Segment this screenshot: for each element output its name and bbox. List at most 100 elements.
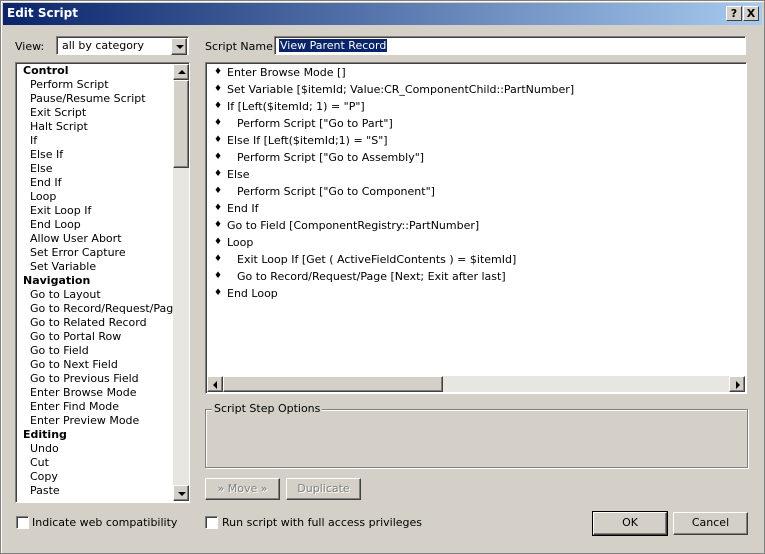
step-list-item[interactable]: End Loop xyxy=(18,218,172,232)
move-button[interactable]: » Move » xyxy=(205,478,280,500)
script-step-row[interactable]: ♦ End Loop xyxy=(208,285,738,302)
script-step-row[interactable]: ♦ Loop xyxy=(208,234,738,251)
script-step-text: End If xyxy=(227,202,259,215)
script-step-text: Perform Script ["Go to Component"] xyxy=(237,185,435,198)
drag-handle-icon[interactable]: ♦ xyxy=(214,217,222,234)
step-list-item[interactable]: Undo xyxy=(18,442,172,456)
close-button[interactable]: X xyxy=(743,6,759,21)
drag-handle-icon[interactable]: ♦ xyxy=(214,132,222,149)
step-category[interactable]: Control xyxy=(18,64,172,78)
script-step-row[interactable]: ♦ Set Variable [$itemId; Value:CR_Compone… xyxy=(208,81,738,98)
drag-handle-icon[interactable]: ♦ xyxy=(214,166,222,183)
step-category[interactable]: Navigation xyxy=(18,274,172,288)
drag-handle-icon[interactable]: ♦ xyxy=(214,98,222,115)
script-step-text: End Loop xyxy=(227,287,278,300)
script-step-row[interactable]: ♦ Go to Record/Request/Page [Next; Exit a… xyxy=(208,268,738,285)
step-list-item[interactable]: Exit Script xyxy=(18,106,172,120)
script-step-options-label: Script Step Options xyxy=(212,402,323,415)
web-compat-label[interactable]: Indicate web compatibility xyxy=(32,516,177,529)
edit-script-dialog: Edit Script ? X View: all by category Co… xyxy=(0,0,765,554)
script-step-row[interactable]: ♦ Go to Field [ComponentRegistry::PartNum… xyxy=(208,217,738,234)
step-list-item[interactable]: Go to Related Record xyxy=(18,316,172,330)
script-name-label: Script Name: xyxy=(205,40,277,53)
duplicate-button[interactable]: Duplicate xyxy=(286,478,361,500)
drag-handle-icon[interactable]: ♦ xyxy=(214,234,222,251)
step-list-item[interactable]: Set Variable xyxy=(18,260,172,274)
title-bar[interactable]: Edit Script ? X xyxy=(3,3,762,25)
view-combo-value: all by category xyxy=(62,39,144,52)
steps-list-items: Control Perform Script Pause/Resume Script… xyxy=(18,64,180,498)
help-button[interactable]: ? xyxy=(726,6,742,21)
ok-button[interactable]: OK xyxy=(592,511,668,536)
script-step-text: Exit Loop If [Get ( ActiveFieldContents … xyxy=(237,253,517,266)
script-name-input[interactable]: View Parent Record xyxy=(274,36,746,55)
step-list-item[interactable]: Enter Browse Mode xyxy=(18,386,172,400)
step-list-item[interactable]: Exit Loop If xyxy=(18,204,172,218)
drag-handle-icon[interactable]: ♦ xyxy=(214,251,222,268)
drag-handle-icon[interactable]: ♦ xyxy=(214,115,222,132)
script-step-text: Perform Script ["Go to Assembly"] xyxy=(237,151,425,164)
step-list-item[interactable]: Perform Script xyxy=(18,78,172,92)
script-step-row[interactable]: ♦ Perform Script ["Go to Component"] xyxy=(208,183,738,200)
step-list-item[interactable]: Halt Script xyxy=(18,120,172,134)
combo-dropdown-icon[interactable] xyxy=(171,38,187,55)
view-combo[interactable]: all by category xyxy=(56,36,189,55)
step-list-item[interactable]: Go to Portal Row xyxy=(18,330,172,344)
step-list-item[interactable]: Go to Next Field xyxy=(18,358,172,372)
full-access-checkbox[interactable] xyxy=(205,516,218,529)
script-step-text: Go to Field [ComponentRegistry::PartNumb… xyxy=(227,219,480,232)
step-list-item[interactable]: Else xyxy=(18,162,172,176)
step-list-item[interactable]: Copy xyxy=(18,470,172,484)
step-list-item[interactable]: Allow User Abort xyxy=(18,232,172,246)
script-step-row[interactable]: ♦ Enter Browse Mode [] xyxy=(208,64,738,81)
drag-handle-icon[interactable]: ♦ xyxy=(214,268,222,285)
scroll-up-icon[interactable] xyxy=(173,64,189,80)
step-list-item[interactable]: Pause/Resume Script xyxy=(18,92,172,106)
step-list-item[interactable]: Go to Previous Field xyxy=(18,372,172,386)
steps-list[interactable]: Control Perform Script Pause/Resume Script… xyxy=(15,62,190,503)
script-hscrollbar[interactable] xyxy=(207,376,745,392)
drag-handle-icon[interactable]: ♦ xyxy=(214,149,222,166)
script-step-row[interactable]: ♦ Else xyxy=(208,166,738,183)
drag-handle-icon[interactable]: ♦ xyxy=(214,200,222,217)
drag-handle-icon[interactable]: ♦ xyxy=(214,64,222,81)
script-lines: ♦ Enter Browse Mode [] ♦ Set Variable [$ite… xyxy=(208,64,738,302)
scroll-left-icon[interactable] xyxy=(207,376,223,392)
step-list-item[interactable]: Go to Record/Request/Page xyxy=(18,302,180,316)
step-category[interactable]: Editing xyxy=(18,428,172,442)
drag-handle-icon[interactable]: ♦ xyxy=(214,183,222,200)
step-list-item[interactable]: End If xyxy=(18,176,172,190)
step-list-item[interactable]: Enter Find Mode xyxy=(18,400,172,414)
step-list-item[interactable]: If xyxy=(18,134,172,148)
view-label: View: xyxy=(15,40,45,53)
full-access-label[interactable]: Run script with full access privileges xyxy=(222,516,422,529)
step-list-item[interactable]: Paste xyxy=(18,484,172,498)
script-step-text: Perform Script ["Go to Part"] xyxy=(237,117,393,130)
steps-scrollbar[interactable] xyxy=(173,64,189,501)
drag-handle-icon[interactable]: ♦ xyxy=(214,285,222,302)
script-step-text: If [Left($itemId; 1) = "P"] xyxy=(227,100,365,113)
script-step-text: Else If [Left($itemId;1) = "S"] xyxy=(227,134,388,147)
web-compat-checkbox[interactable] xyxy=(16,516,29,529)
step-list-item[interactable]: Set Error Capture xyxy=(18,246,172,260)
script-step-row[interactable]: ♦ Else If [Left($itemId;1) = "S"] xyxy=(208,132,738,149)
scroll-down-icon[interactable] xyxy=(173,485,189,501)
step-list-item[interactable]: Cut xyxy=(18,456,172,470)
step-list-item[interactable]: Loop xyxy=(18,190,172,204)
script-step-row[interactable]: ♦ Perform Script ["Go to Assembly"] xyxy=(208,149,738,166)
step-list-item[interactable]: Enter Preview Mode xyxy=(18,414,172,428)
script-step-row[interactable]: ♦ Perform Script ["Go to Part"] xyxy=(208,115,738,132)
cancel-button[interactable]: Cancel xyxy=(673,512,748,535)
script-step-row[interactable]: ♦ If [Left($itemId; 1) = "P"] xyxy=(208,98,738,115)
script-step-row[interactable]: ♦ End If xyxy=(208,200,738,217)
script-editor[interactable]: ♦ Enter Browse Mode [] ♦ Set Variable [$ite… xyxy=(205,62,747,394)
script-step-options-group: Script Step Options xyxy=(205,402,748,468)
steps-scroll-thumb[interactable] xyxy=(173,80,189,168)
script-hscroll-thumb[interactable] xyxy=(223,376,443,392)
step-list-item[interactable]: Go to Field xyxy=(18,344,172,358)
step-list-item[interactable]: Go to Layout xyxy=(18,288,172,302)
drag-handle-icon[interactable]: ♦ xyxy=(214,81,222,98)
scroll-right-icon[interactable] xyxy=(729,376,745,392)
script-step-row[interactable]: ♦ Exit Loop If [Get ( ActiveFieldContents… xyxy=(208,251,738,268)
step-list-item[interactable]: Else If xyxy=(18,148,172,162)
